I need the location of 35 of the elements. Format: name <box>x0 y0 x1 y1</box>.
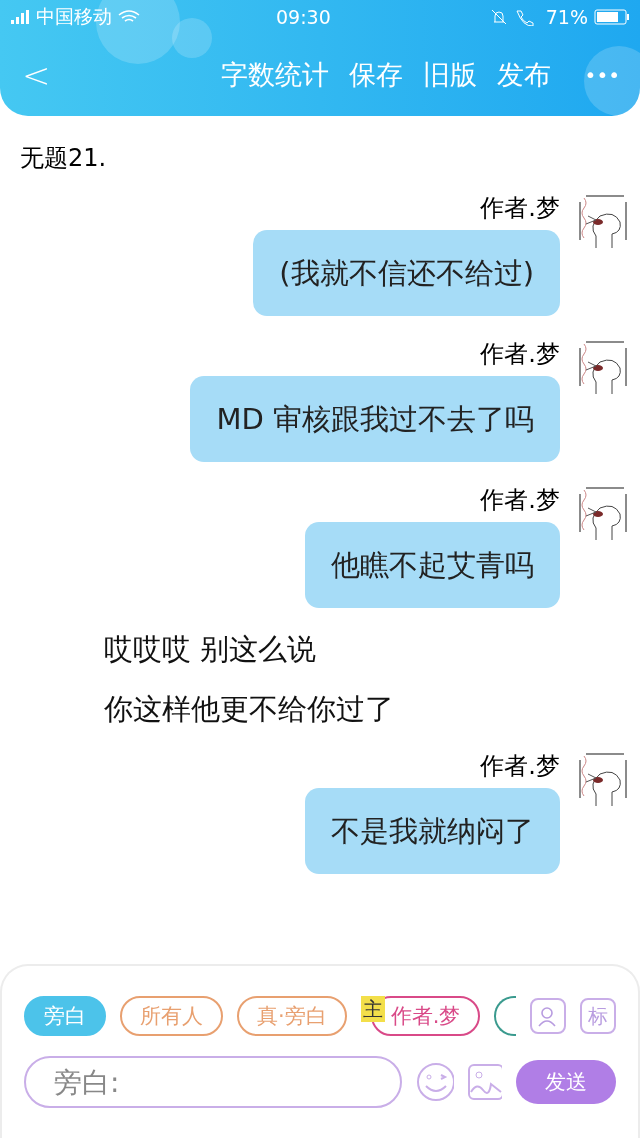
tag-button[interactable]: 标 <box>580 998 616 1034</box>
speaker-name: 作者.梦 <box>480 485 560 517</box>
role-chip[interactable]: 真·旁白 <box>237 996 347 1036</box>
bubble-decoration <box>584 46 640 116</box>
nav-action[interactable]: 发布 <box>496 57 551 93</box>
role-chip[interactable]: 旁白 <box>24 996 106 1036</box>
speaker-name: 作者.梦 <box>480 339 560 371</box>
back-button[interactable]: < <box>22 55 51 95</box>
wifi-icon <box>118 9 140 25</box>
battery-level: 71% <box>545 6 588 28</box>
message-bubble: MD 审核跟我过不去了吗 <box>190 376 560 463</box>
person-icon[interactable] <box>530 998 567 1034</box>
role-chip[interactable]: 所有人 <box>120 996 223 1036</box>
message-bubble: (我就不信还不给过) <box>253 230 560 317</box>
message-bubble: 不是我就纳闷了 <box>305 788 560 875</box>
nav-action[interactable]: 保存 <box>348 57 403 93</box>
nav-action[interactable]: 字数统计 <box>220 57 329 93</box>
more-button[interactable]: ••• <box>584 63 620 87</box>
clock: 09:30 <box>276 6 331 28</box>
bell-off-icon <box>489 8 508 26</box>
speaker-name: 作者.梦 <box>480 751 560 783</box>
main-badge: 主 <box>360 996 385 1022</box>
narration-text: 你这样他更不给你过了 <box>103 691 395 729</box>
message-bubble: 他瞧不起艾青吗 <box>305 522 560 609</box>
message-input[interactable]: 旁白: <box>24 1056 402 1108</box>
document-title: 无题21. <box>20 143 108 174</box>
speaker-name: 作者.梦 <box>480 193 560 224</box>
image-icon[interactable] <box>468 1064 503 1100</box>
send-button[interactable]: 发送 <box>516 1060 616 1104</box>
narration-text: 哎哎哎 别这么说 <box>103 631 318 669</box>
carrier-name: 中国移动 <box>36 4 112 29</box>
signal-icon <box>10 9 30 25</box>
nav-action[interactable]: 旧版 <box>422 57 477 93</box>
battery-icon <box>594 8 630 26</box>
emoji-icon[interactable] <box>416 1062 455 1102</box>
